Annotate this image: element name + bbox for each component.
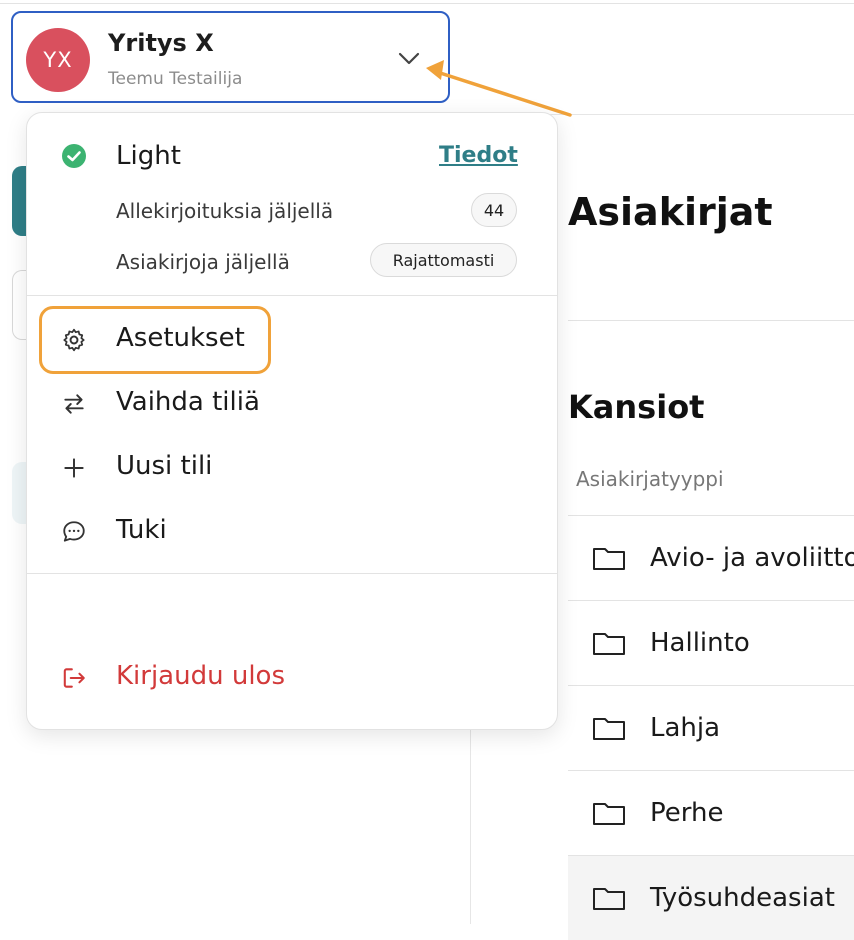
table-row[interactable]: Hallinto bbox=[568, 600, 854, 685]
menu-item-label: Uusi tili bbox=[116, 451, 213, 481]
table-row[interactable]: Työsuhdeasiat bbox=[568, 855, 854, 940]
account-menu: Light Tiedot Allekirjoituksia jäljellä 4… bbox=[26, 112, 558, 730]
menu-item-switch-account[interactable]: Vaihda tiliä bbox=[27, 378, 557, 430]
top-divider bbox=[0, 3, 854, 4]
folder-table: Avio- ja avoliitto Hallinto Lahja Perhe … bbox=[568, 515, 854, 940]
account-user: Teemu Testailija bbox=[108, 69, 243, 89]
plan-row: Light Tiedot bbox=[27, 137, 557, 177]
quota-label: Asiakirjoja jäljellä bbox=[116, 250, 290, 274]
plan-name: Light bbox=[116, 141, 181, 171]
avatar: YX bbox=[26, 28, 90, 92]
folder-icon bbox=[593, 803, 625, 825]
folder-icon bbox=[593, 633, 625, 655]
account-name: Yritys X bbox=[108, 29, 214, 57]
swap-arrows-icon bbox=[64, 394, 84, 414]
plus-icon bbox=[64, 458, 84, 478]
menu-item-logout[interactable]: Kirjaudu ulos bbox=[27, 652, 557, 704]
menu-divider bbox=[27, 295, 557, 296]
folder-label: Lahja bbox=[650, 713, 721, 743]
gear-icon bbox=[63, 328, 85, 352]
menu-item-label: Vaihda tiliä bbox=[116, 387, 260, 417]
table-row[interactable]: Perhe bbox=[568, 770, 854, 855]
menu-item-label: Tuki bbox=[116, 515, 167, 545]
account-switcher[interactable]: YX Yritys X Teemu Testailija bbox=[11, 11, 450, 103]
logout-icon bbox=[63, 668, 85, 688]
table-row[interactable]: Avio- ja avoliitto bbox=[568, 515, 854, 600]
menu-item-new-account[interactable]: Uusi tili bbox=[27, 442, 557, 494]
menu-item-support[interactable]: Tuki bbox=[27, 506, 557, 558]
quota-label: Allekirjoituksia jäljellä bbox=[116, 199, 334, 223]
chevron-down-icon[interactable] bbox=[398, 52, 420, 66]
plan-details-link[interactable]: Tiedot bbox=[439, 143, 518, 168]
chat-bubble-icon bbox=[63, 521, 85, 542]
quota-badge: 44 bbox=[471, 193, 517, 227]
menu-item-settings[interactable]: Asetukset bbox=[27, 314, 557, 366]
menu-divider bbox=[27, 573, 557, 574]
menu-item-label: Asetukset bbox=[116, 323, 245, 353]
table-row[interactable]: Lahja bbox=[568, 685, 854, 770]
folder-label: Avio- ja avoliitto bbox=[650, 543, 854, 573]
menu-item-label: Kirjaudu ulos bbox=[116, 661, 285, 691]
folder-label: Työsuhdeasiat bbox=[650, 883, 835, 913]
column-header[interactable]: Asiakirjatyyppi bbox=[576, 467, 724, 491]
folder-icon bbox=[593, 548, 625, 570]
check-circle-icon bbox=[62, 144, 86, 168]
quota-badge: Rajattomasti bbox=[370, 243, 517, 277]
folder-label: Hallinto bbox=[650, 628, 750, 658]
section-title: Kansiot bbox=[568, 388, 705, 426]
page-title: Asiakirjat bbox=[568, 190, 773, 234]
folder-label: Perhe bbox=[650, 798, 724, 828]
folder-icon bbox=[593, 888, 625, 910]
content-divider bbox=[568, 320, 854, 321]
folder-icon bbox=[593, 718, 625, 740]
